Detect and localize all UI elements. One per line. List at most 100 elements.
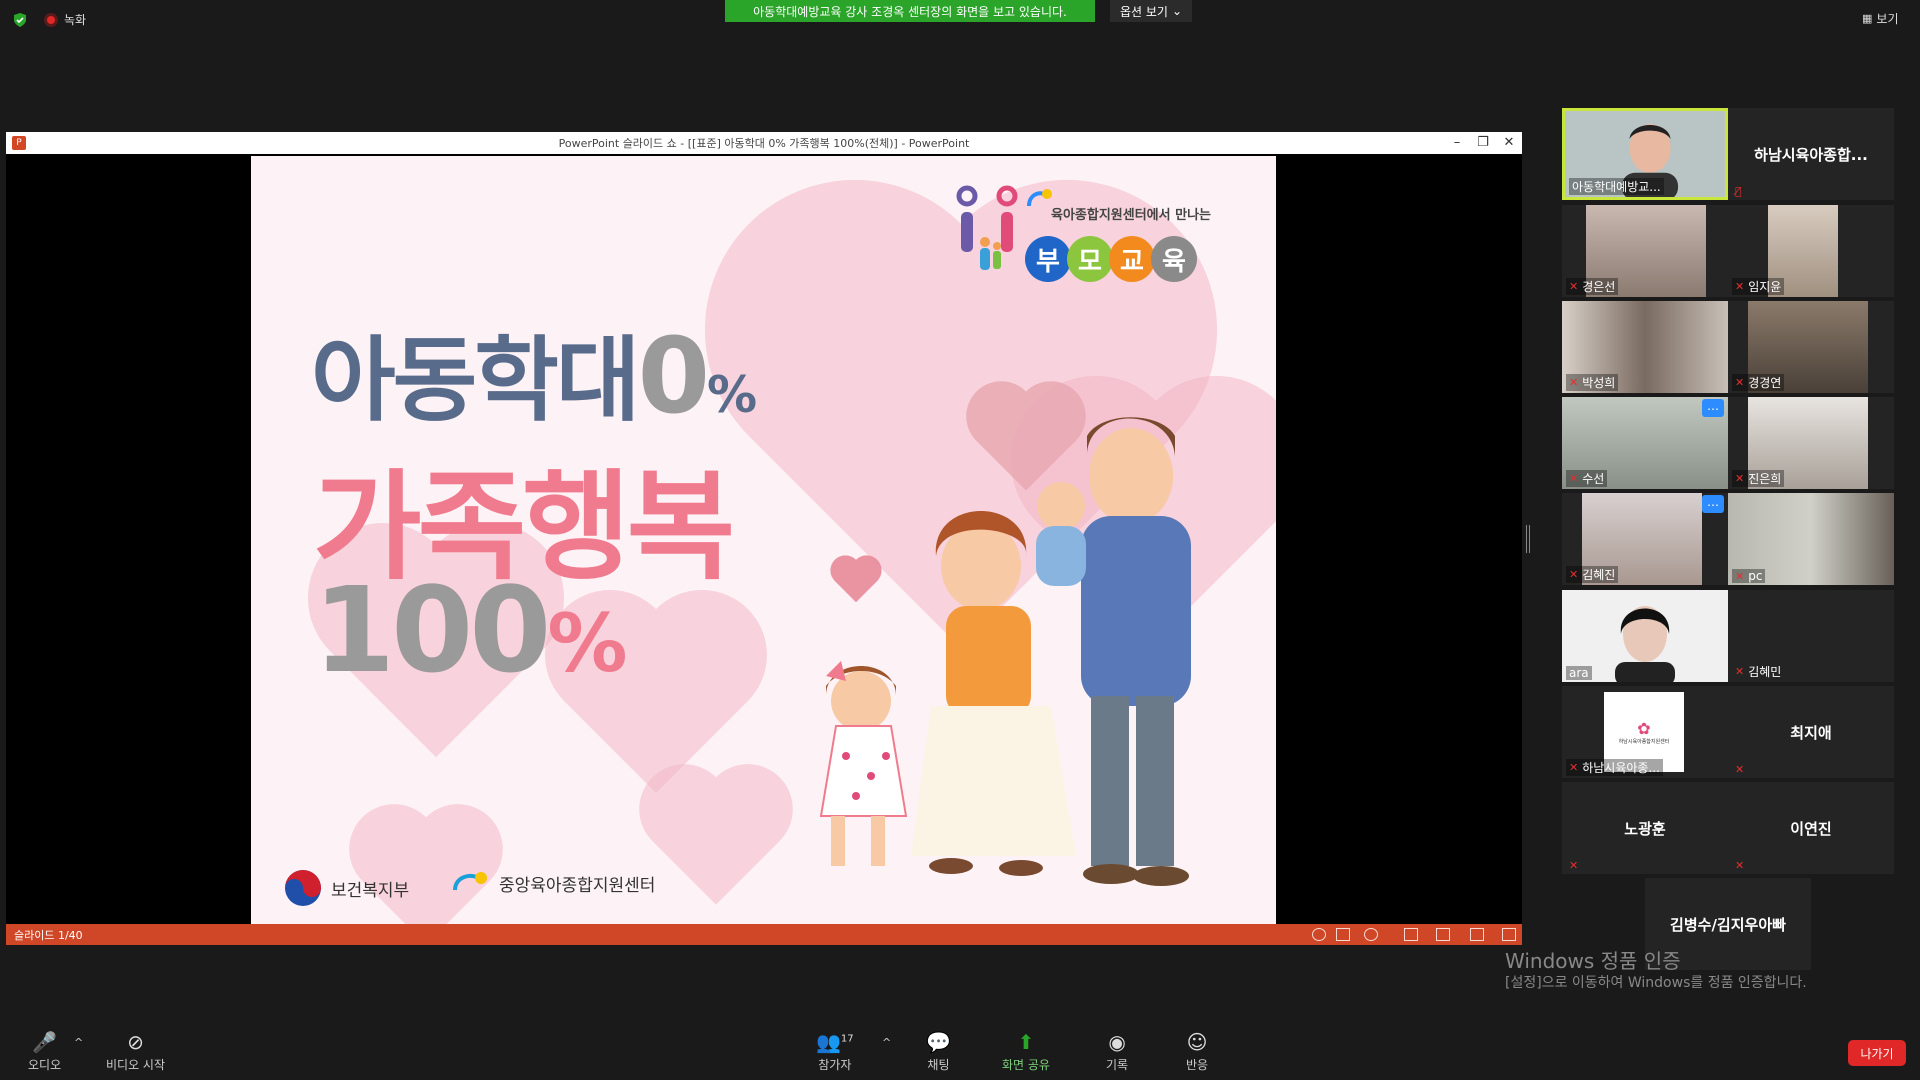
- record-icon: ◉: [1108, 1030, 1126, 1054]
- prev-slide-icon[interactable]: [1312, 928, 1326, 941]
- program-logo: 육아종합지원센터에서 만나는 부 모 교 육: [951, 184, 1271, 304]
- windows-activation-sub: [설정]으로 이동하여 Windows를 정품 인증합니다.: [1505, 975, 1807, 991]
- name-text: ara: [1569, 666, 1589, 680]
- notes-icon[interactable]: [1336, 928, 1350, 941]
- restore-icon[interactable]: ❐: [1470, 132, 1496, 154]
- video-tile[interactable]: 노광훈 ✕: [1562, 782, 1728, 874]
- muted-mic-icon: ✕: [1569, 472, 1579, 485]
- gallery-view-button[interactable]: ▦ 보기: [1862, 10, 1899, 27]
- video-tile[interactable]: 이연진 ✕: [1728, 782, 1894, 874]
- more-options-icon[interactable]: …: [1702, 399, 1724, 417]
- participants-icon: 👥17: [816, 1030, 854, 1054]
- video-tile[interactable]: 최지애 ✕: [1728, 686, 1894, 778]
- video-tile[interactable]: ✿ 하남시육아종합지원센터 ✕ 하남시육아종...: [1562, 686, 1728, 778]
- name-text: 김혜민: [1748, 665, 1782, 679]
- shared-powerpoint-window: PowerPoint 슬라이드 쇼 - [[표준] 아동학대 0% 가족행복 1…: [6, 132, 1522, 945]
- video-tile[interactable]: ara: [1562, 590, 1728, 682]
- video-label: 비디오 시작: [106, 1058, 166, 1072]
- family-logo-icon: [956, 185, 1018, 270]
- view-label: 보기: [1876, 12, 1899, 26]
- line3-text: 100: [313, 561, 551, 699]
- ppt-title-text: PowerPoint 슬라이드 쇼 - [[표준] 아동학대 0% 가족행복 1…: [558, 137, 970, 150]
- video-tile[interactable]: ✕ 박성희: [1562, 301, 1728, 393]
- recording-label: 녹화: [64, 13, 87, 27]
- video-tile[interactable]: ✕ 경경연: [1728, 301, 1894, 393]
- reactions-label: 반응: [1186, 1058, 1209, 1072]
- video-tile[interactable]: ✕ pc: [1728, 493, 1894, 585]
- share-screen-button[interactable]: ⬆ 화면 공유: [1002, 1030, 1050, 1073]
- muted-mic-icon: ✕: [1735, 665, 1745, 678]
- muted-mic-icon: ✕: [1735, 472, 1745, 485]
- participant-name-center: 노광훈: [1624, 819, 1666, 838]
- close-icon[interactable]: ✕: [1496, 132, 1522, 154]
- panel-resize-handle[interactable]: [1526, 525, 1530, 553]
- name-text: 김혜진: [1582, 568, 1616, 582]
- taegeuk-icon: [285, 870, 321, 906]
- video-tile[interactable]: … ✕ 수선: [1562, 397, 1728, 489]
- video-tile[interactable]: 하남시육아종합... 🎙̸: [1728, 108, 1894, 200]
- chat-button[interactable]: 💬 채팅: [926, 1030, 951, 1073]
- reactions-button[interactable]: ☺ 반응: [1186, 1030, 1208, 1073]
- line1-text: 아동학대: [311, 327, 641, 434]
- video-tile[interactable]: … ✕ 김혜진: [1562, 493, 1728, 585]
- audio-button[interactable]: 🎤 오디오: [28, 1030, 61, 1073]
- normal-view-icon[interactable]: [1404, 928, 1418, 941]
- video-tile[interactable]: ✕ 진은희: [1728, 397, 1894, 489]
- audio-label: 오디오: [28, 1058, 62, 1072]
- recording-indicator[interactable]: 녹화: [44, 11, 86, 28]
- video-tile[interactable]: ✕ 김혜민: [1728, 590, 1894, 682]
- start-video-button[interactable]: ⊘ 비디오 시작: [106, 1030, 165, 1073]
- windows-activation-title: Windows 정품 인증: [1505, 949, 1681, 973]
- next-slide-icon[interactable]: [1364, 928, 1378, 941]
- muted-mic-icon: ✕: [1569, 280, 1579, 293]
- slideshow-statusbar: 슬라이드 1/40: [6, 924, 1522, 945]
- muted-mic-icon: ✕: [1735, 280, 1745, 293]
- participants-button[interactable]: 👥17 참가자: [816, 1030, 854, 1073]
- center-swirl-icon: [453, 872, 487, 891]
- muted-mic-icon: ✕: [1569, 376, 1579, 389]
- muted-mic-icon: ✕: [1569, 761, 1579, 774]
- video-tile-active-speaker[interactable]: 아동학대예방교...: [1562, 108, 1728, 200]
- slideshow-icon[interactable]: [1502, 928, 1516, 941]
- microphone-icon: 🎤: [32, 1030, 58, 1054]
- view-options-button[interactable]: 옵션 보기 ⌄: [1110, 0, 1192, 22]
- smiley-icon: ☺: [1186, 1030, 1208, 1054]
- reading-view-icon[interactable]: [1470, 928, 1484, 941]
- screen-share-banner: 아동학대예방교육 강사 조경옥 센터장의 화면을 보고 있습니다.: [725, 0, 1095, 22]
- muted-mic-icon: ✕: [1569, 859, 1579, 872]
- slide-canvas: 육아종합지원센터에서 만나는 부 모 교 육 아동학대0% 가족행복 100%: [251, 156, 1276, 924]
- leave-button[interactable]: 나가기: [1848, 1040, 1906, 1066]
- participants-label: 참가자: [818, 1058, 852, 1072]
- audio-options-chevron-icon[interactable]: ^: [74, 1036, 83, 1049]
- participants-count: 17: [840, 1033, 854, 1045]
- muted-mic-icon: ✕: [1735, 859, 1745, 872]
- center-name: 중앙육아종합지원센터: [499, 875, 656, 896]
- name-text: 수선: [1582, 472, 1605, 486]
- muted-mic-icon: ✕: [1569, 568, 1579, 581]
- name-text: pc: [1748, 569, 1763, 583]
- mini-logo-text: 하남시육아종합지원센터: [1618, 739, 1670, 745]
- record-dot-icon: [44, 12, 58, 27]
- slide-sorter-icon[interactable]: [1436, 928, 1450, 941]
- bubble-mo: 모: [1067, 236, 1113, 282]
- video-off-icon: ⊘: [127, 1030, 144, 1054]
- name-text: 경은선: [1582, 280, 1616, 294]
- slide-title-line3: 100%: [313, 561, 627, 699]
- line1-zero: 0: [637, 315, 710, 437]
- swirl-icon: ✿: [1637, 719, 1651, 738]
- video-tile[interactable]: ✕ 임지윤: [1728, 205, 1894, 297]
- logo-caption: 육아종합지원센터에서 만나는: [1051, 208, 1212, 223]
- shield-icon[interactable]: [12, 12, 28, 28]
- line3-pct: %: [547, 597, 627, 690]
- name-text: 진은희: [1748, 472, 1782, 486]
- minimize-icon[interactable]: –: [1444, 132, 1470, 154]
- grid-icon: ▦: [1862, 12, 1873, 25]
- family-illustration: [819, 417, 1191, 886]
- name-text: 하남시육아종...: [1582, 761, 1660, 775]
- more-options-icon[interactable]: …: [1702, 495, 1724, 513]
- participants-chevron-icon[interactable]: ^: [882, 1036, 891, 1049]
- share-label: 화면 공유: [1002, 1058, 1050, 1072]
- record-button[interactable]: ◉ 기록: [1106, 1030, 1128, 1073]
- slide-counter: 슬라이드 1/40: [14, 928, 83, 942]
- video-tile[interactable]: ✕ 경은선: [1562, 205, 1728, 297]
